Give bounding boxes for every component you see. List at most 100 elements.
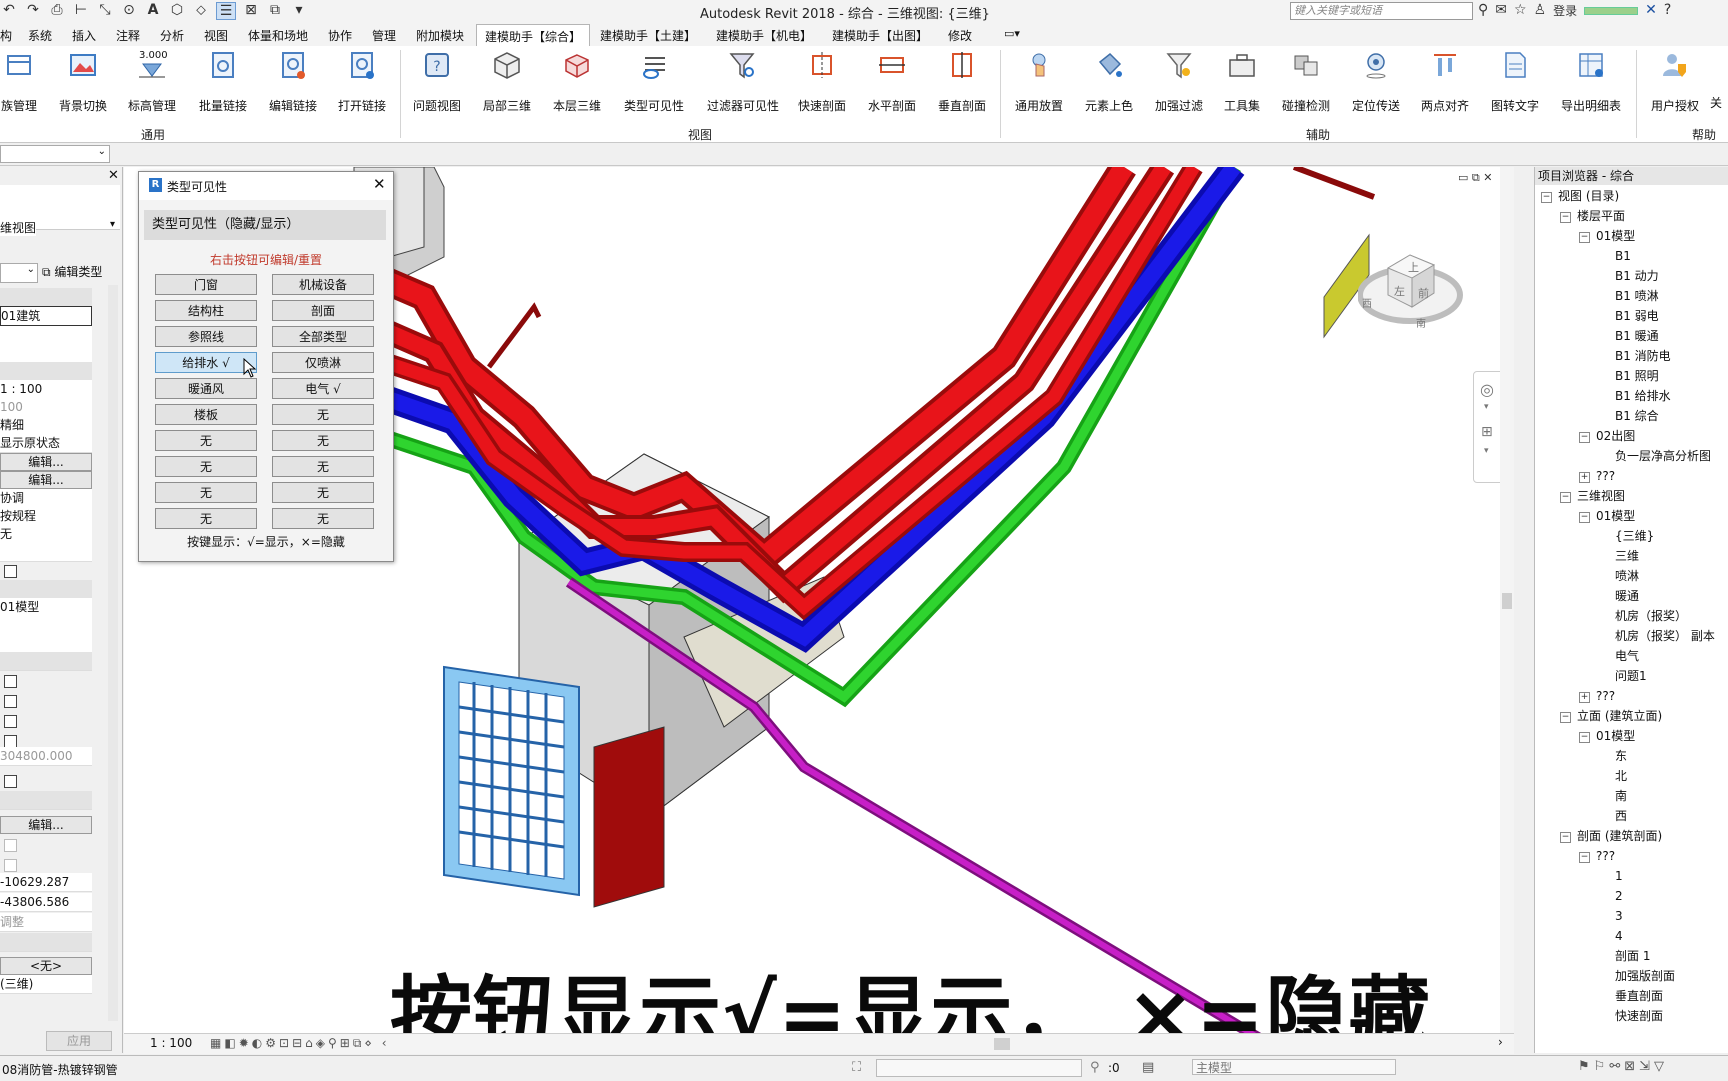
collapse-icon[interactable]: − (1579, 232, 1590, 243)
tag-icon[interactable]: ⊙ (120, 2, 138, 20)
close-icon[interactable]: ✕ (108, 168, 119, 183)
browser-tree-item[interactable]: 暖通 (1598, 587, 1639, 605)
browser-tree-item[interactable]: +??? (1579, 467, 1615, 485)
collapse-icon[interactable]: − (1579, 512, 1590, 523)
section-header[interactable] (0, 791, 92, 810)
select-pinned-icon[interactable]: ⚯ (1609, 1059, 1624, 1074)
browser-tree-item[interactable]: 4 (1598, 927, 1623, 945)
worksets-icon[interactable]: ⛶ (852, 1060, 861, 1075)
viewcube-left-face[interactable]: 左 (1394, 283, 1405, 299)
enhanced-filter-button[interactable]: 加强过滤 (1144, 50, 1214, 114)
edit-button[interactable]: 编辑... (0, 471, 92, 489)
toggle-empty-button[interactable]: 无 (155, 482, 257, 503)
toggle-empty-button[interactable]: 无 (272, 404, 374, 425)
browser-tree-item[interactable]: B1 弱电 (1598, 307, 1659, 325)
edit-link-button[interactable]: 编辑链接 (258, 50, 328, 114)
view-vertical-scrollbar[interactable] (1500, 167, 1514, 1033)
section-icon[interactable]: ⬦ (192, 2, 210, 20)
binoculars-icon[interactable]: ⚲ (1478, 2, 1488, 19)
browser-tree-item[interactable]: 2 (1598, 887, 1623, 905)
temp-hide-icon[interactable]: ◈ (316, 1036, 328, 1050)
redo-icon[interactable]: ↷ (24, 2, 42, 20)
compass-south[interactable]: 南 (1416, 315, 1426, 330)
browser-tree-item[interactable]: 电气 (1598, 647, 1639, 665)
tab-modeling-assistant-mep[interactable]: 建模助手【机电】 (716, 27, 812, 44)
collapse-icon[interactable]: − (1560, 212, 1571, 223)
browser-tree-item[interactable]: 剖面 1 (1598, 947, 1650, 965)
browser-tree-item[interactable]: −01模型 (1579, 507, 1635, 525)
toggle-sections-button[interactable]: 剖面 (272, 300, 374, 321)
property-value-detail[interactable]: 精细 (0, 416, 92, 435)
visual-style-icon[interactable]: ◧ (224, 1036, 238, 1050)
export-schedule-button[interactable]: 导出明细表 (1556, 50, 1626, 114)
browser-tree-item[interactable]: B1 综合 (1598, 407, 1659, 425)
type-visibility-button[interactable]: 类型可见性 (619, 50, 689, 114)
minimize-view-icon[interactable]: ▭ (1458, 171, 1468, 184)
browser-tree-item[interactable]: B1 照明 (1598, 367, 1659, 385)
phase-filter-button[interactable]: <无> (0, 957, 92, 975)
exchange-icon[interactable]: ✕ (1645, 2, 1657, 19)
print-icon[interactable]: ⎙ (48, 2, 66, 20)
property-checkbox[interactable] (4, 695, 17, 708)
browser-tree-item[interactable]: − 视图 (目录) (1541, 187, 1619, 205)
browser-tree-item[interactable]: 喷淋 (1598, 567, 1639, 585)
collapse-icon[interactable]: − (1560, 832, 1571, 843)
browser-tree-item[interactable]: B1 (1598, 247, 1631, 265)
about-button[interactable]: 关 (1696, 50, 1728, 111)
drag-elements-icon[interactable]: ⇲ (1639, 1059, 1654, 1074)
tab-view[interactable]: 视图 (204, 27, 228, 44)
undo-icon[interactable]: ↶ (0, 2, 18, 20)
browser-tree-item[interactable]: − 楼层平面 (1560, 207, 1625, 225)
general-place-button[interactable]: 通用放置 (1004, 50, 1074, 114)
horizontal-scrollbar-thumb[interactable] (994, 1038, 1010, 1050)
open-link-button[interactable]: 打开链接 (327, 50, 397, 114)
select-links-icon[interactable]: ⚑ (1578, 1059, 1594, 1074)
filter-visibility-button[interactable]: 过滤器可见性 (707, 50, 779, 114)
close-hidden-icon[interactable]: ⊠ (242, 2, 260, 20)
edit-button[interactable]: 编辑... (0, 816, 92, 834)
user-icon[interactable]: ♙ (1534, 2, 1547, 19)
browser-tree-item[interactable]: 北 (1598, 767, 1627, 785)
reveal-hidden-icon[interactable]: ⚲ (328, 1036, 340, 1050)
search-input[interactable]: 键入关键字或短语 (1290, 2, 1473, 20)
browser-tree-item[interactable]: B1 给排水 (1598, 387, 1671, 405)
subscription-icon[interactable]: ✉ (1495, 2, 1507, 19)
compass-west[interactable]: 西 (1362, 295, 1372, 310)
instance-filter-dropdown[interactable]: ⌄ (0, 263, 38, 283)
browser-tree-item[interactable]: 三维 (1598, 547, 1639, 565)
toggle-empty-button[interactable]: 无 (272, 482, 374, 503)
browser-tree-item[interactable]: 3 (1598, 907, 1623, 925)
close-icon[interactable]: ✕ (373, 175, 386, 193)
property-value-phase[interactable]: 01模型 (0, 598, 92, 617)
collapse-icon[interactable]: − (1579, 732, 1590, 743)
show-crop-icon[interactable]: ⊟ (292, 1036, 305, 1050)
detail-level-icon[interactable]: ▦ (210, 1036, 224, 1050)
browser-tree-item[interactable]: 负一层净高分析图 (1598, 447, 1711, 465)
chevron-down-icon[interactable]: ▾ (1484, 446, 1489, 456)
tab-systems[interactable]: 系统 (28, 27, 52, 44)
property-value[interactable]: 显示原状态 (0, 434, 92, 453)
floor-3d-button[interactable]: 本层三维 (542, 50, 612, 114)
image-to-text-button[interactable]: 图转文字 (1480, 50, 1550, 114)
steering-wheel-icon[interactable]: ◎ (1480, 380, 1494, 399)
tab-manage[interactable]: 管理 (372, 27, 396, 44)
browser-tree-item[interactable]: − 三维视图 (1560, 487, 1625, 505)
two-point-align-button[interactable]: 两点对齐 (1410, 50, 1480, 114)
help-icon[interactable]: ? (1664, 2, 1671, 19)
3d-view-icon[interactable]: ⬡ (168, 2, 186, 20)
level-manager-button[interactable]: 3.000 标高管理 (117, 50, 187, 114)
browser-tree-item[interactable]: +??? (1579, 687, 1615, 705)
workset-dropdown[interactable] (876, 1059, 1082, 1077)
browser-tree-item[interactable]: 机房（报奖） (1598, 607, 1687, 625)
tab-modeling-assistant-civil[interactable]: 建模助手【土建】 (600, 27, 696, 44)
browser-tree-item[interactable]: − 剖面 (建筑剖面) (1560, 827, 1662, 845)
scroll-right-icon[interactable]: › (1498, 1035, 1503, 1049)
property-value[interactable]: 按规程 (0, 507, 92, 526)
filter-icon[interactable]: ▽ (1654, 1059, 1668, 1074)
property-checkbox[interactable] (4, 775, 17, 788)
apply-button[interactable]: 应用 (46, 1031, 112, 1051)
vertical-section-button[interactable]: 垂直剖面 (927, 50, 997, 114)
dimension-icon[interactable]: ⤡ (96, 2, 114, 20)
browser-tree-item[interactable]: −??? (1579, 847, 1615, 865)
browser-tree-item[interactable]: 机房（报奖） 副本 (1598, 627, 1715, 645)
